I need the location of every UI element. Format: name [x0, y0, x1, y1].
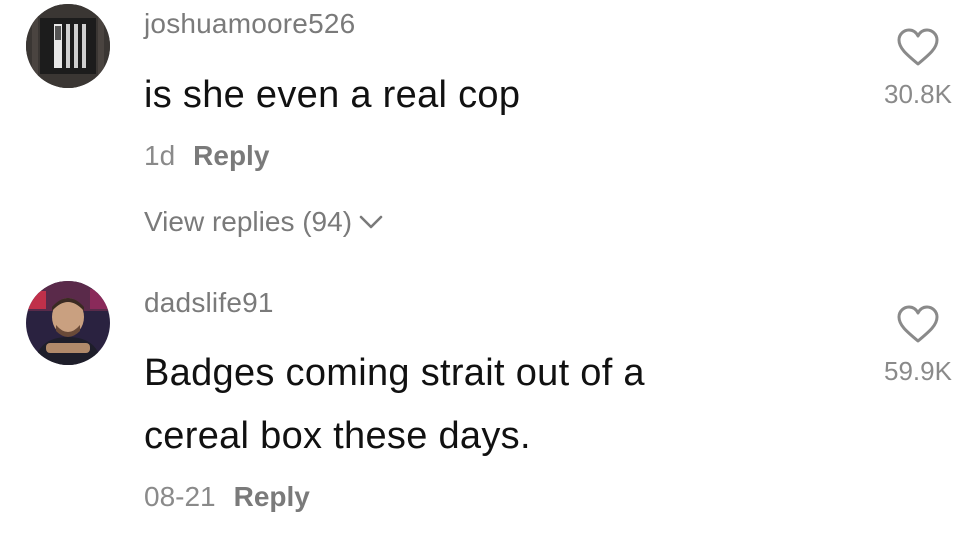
heart-outline-icon[interactable] [868, 305, 968, 350]
comment-text-line-1: Badges coming strait out of a [144, 352, 645, 394]
profile-photo-image [26, 281, 110, 365]
comment-meta: 1d Reply [144, 140, 269, 172]
comment-date: 08-21 [144, 481, 216, 512]
reply-button[interactable]: Reply [193, 140, 269, 171]
like-count: 30.8K [884, 79, 952, 109]
comment-item: joshuamoore526 is she even a real cop 1d… [0, 0, 980, 260]
comment-username[interactable]: dadslife91 [144, 287, 274, 319]
avatar[interactable] [26, 281, 110, 365]
comment-meta: 08-21 Reply [144, 481, 310, 513]
view-replies-label: View replies (94) [144, 206, 353, 237]
view-replies-button[interactable]: View replies (94) [144, 206, 384, 238]
reply-button[interactable]: Reply [234, 481, 310, 512]
chevron-down-icon [358, 206, 384, 238]
comment-item: dadslife91 Badges coming strait out of a… [0, 275, 980, 541]
like-control: 30.8K [868, 28, 968, 110]
flag-avatar-image [26, 4, 110, 88]
heart-outline-icon[interactable] [868, 28, 968, 73]
like-control: 59.9K [868, 305, 968, 387]
like-count: 59.9K [884, 356, 952, 386]
comment-text: is she even a real cop [144, 74, 521, 116]
avatar[interactable] [26, 4, 110, 88]
comment-text-line-2: cereal box these days. [144, 415, 531, 457]
comment-username[interactable]: joshuamoore526 [144, 8, 355, 40]
comment-date: 1d [144, 140, 176, 171]
